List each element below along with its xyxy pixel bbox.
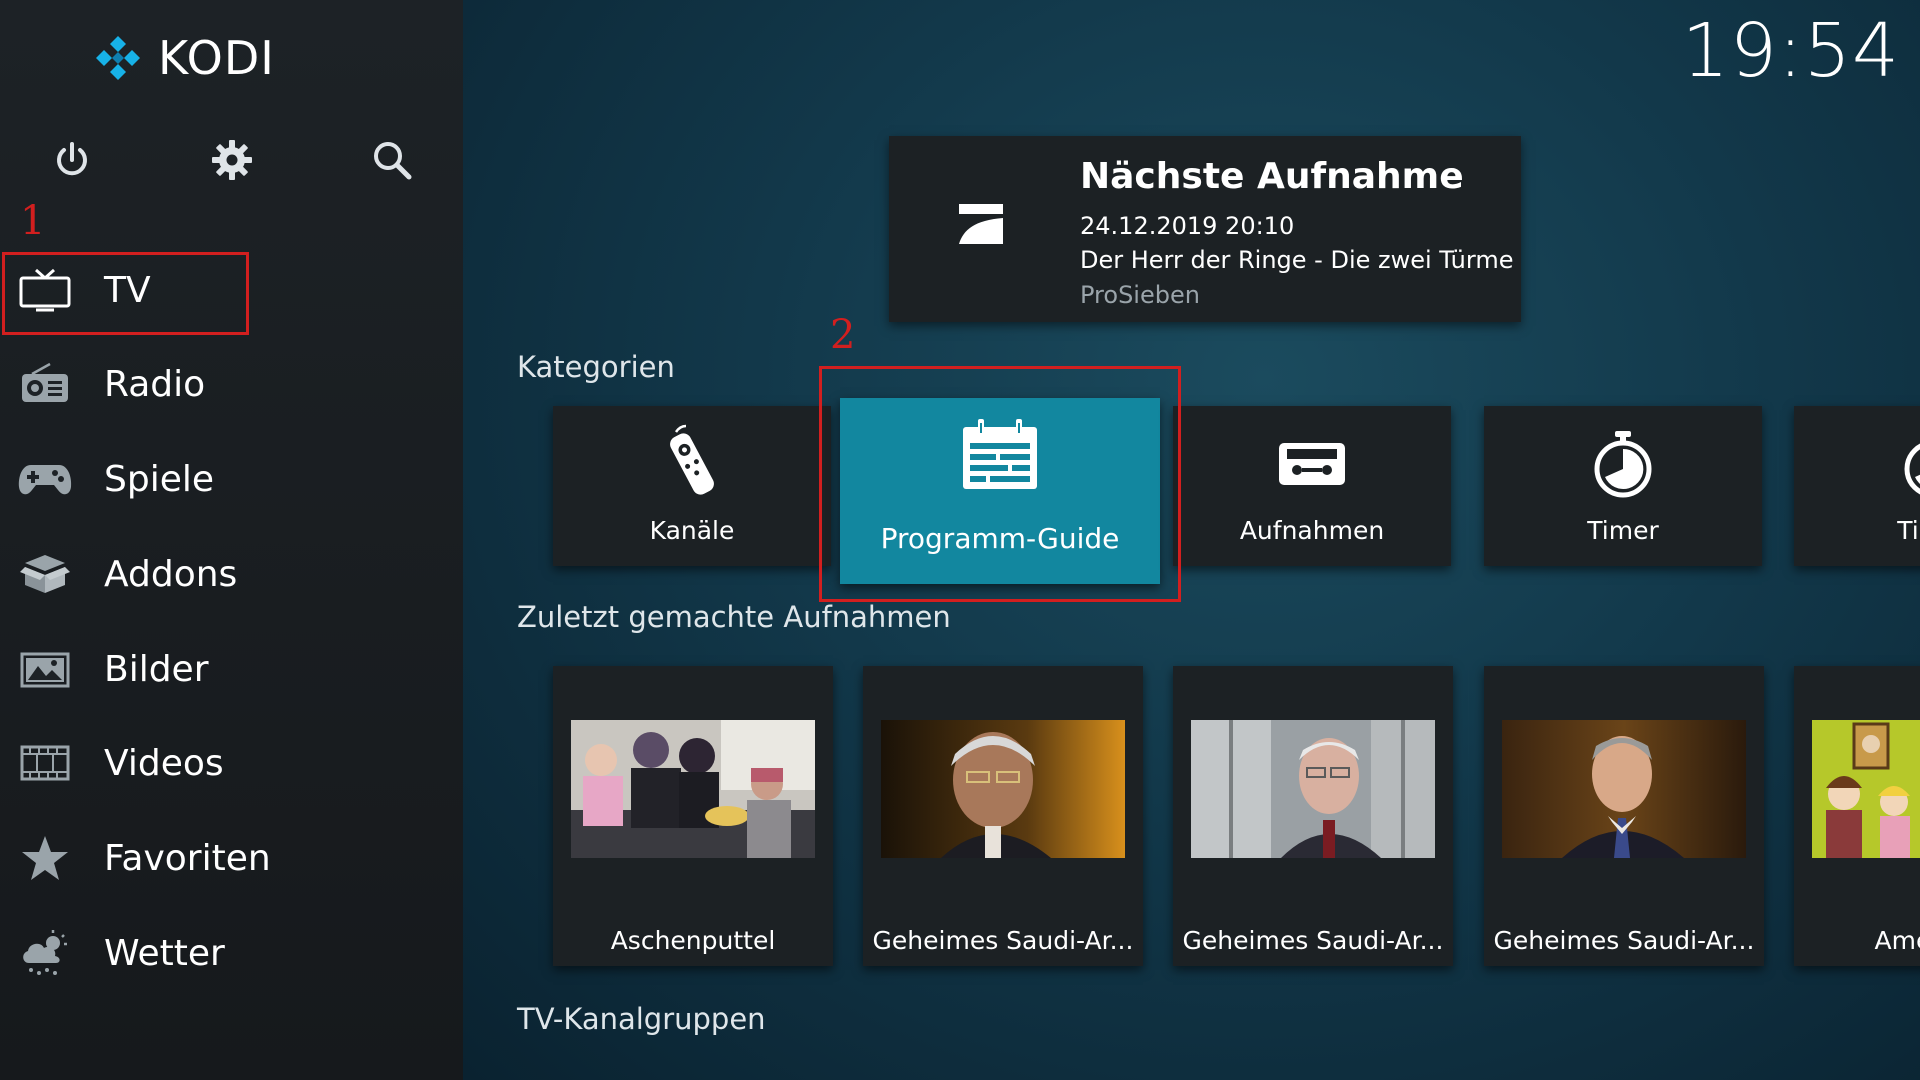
recording-title: American — [1874, 926, 1920, 955]
recording-thumbnail — [881, 720, 1125, 858]
power-icon — [57, 142, 87, 176]
next-recording-channel: ProSieben — [1080, 281, 1200, 309]
next-recording-datetime: 24.12.2019 20:10 — [1080, 212, 1295, 240]
kodi-logo: KODI — [92, 30, 275, 86]
sidebar-item-videos[interactable]: Videos — [0, 719, 463, 807]
sidebar-item-label: Addons — [104, 553, 238, 595]
settings-button[interactable] — [204, 132, 260, 188]
sidebar-item-wetter[interactable]: Wetter — [0, 909, 463, 997]
next-recording-program: Der Herr der Ringe - Die zwei Türme — [1080, 246, 1514, 274]
box-icon — [16, 549, 74, 599]
top-icons — [0, 132, 463, 188]
sidebar-item-radio[interactable]: Radio — [0, 340, 463, 428]
gear-icon — [212, 140, 252, 180]
search-icon — [374, 142, 412, 180]
recording-tile[interactable]: Geheimes Saudi-Ar... — [1173, 666, 1453, 966]
sidebar-item-label: Wetter — [104, 932, 225, 974]
cassette-icon — [1173, 422, 1451, 506]
category-label: Kanäle — [649, 516, 735, 545]
recording-tile[interactable]: American — [1794, 666, 1920, 966]
search-button[interactable] — [364, 132, 420, 188]
category-tile-aufnahmen[interactable]: Aufnahmen — [1173, 406, 1451, 566]
clock: 19:54 — [1681, 8, 1900, 94]
recording-title: Aschenputtel — [610, 926, 776, 955]
recording-thumbnail — [1191, 720, 1435, 858]
sidebar-item-label: Radio — [104, 363, 206, 405]
next-recording-title: Nächste Aufnahme — [1080, 156, 1464, 197]
star-icon — [16, 833, 74, 883]
recent-recordings-title: Zuletzt gemachte Aufnahmen — [517, 600, 951, 634]
sidebar-item-label: Videos — [104, 742, 224, 784]
power-button[interactable] — [44, 132, 100, 188]
category-tile-timer[interactable]: Timer — [1484, 406, 1762, 566]
next-recording-widget[interactable]: Nächste Aufnahme 24.12.2019 20:10 Der He… — [889, 136, 1521, 322]
recording-title: Geheimes Saudi-Ar... — [872, 926, 1134, 955]
sidebar-item-favoriten[interactable]: Favoriten — [0, 814, 463, 902]
radio-icon — [16, 359, 74, 409]
category-tile-timer-2[interactable]: Timer — [1794, 406, 1920, 566]
sidebar-item-bilder[interactable]: Bilder — [0, 625, 463, 713]
category-label: Timer — [1897, 516, 1920, 545]
recording-thumbnail — [571, 720, 815, 858]
sidebar-item-label: Bilder — [104, 648, 209, 690]
recording-tile[interactable]: Aschenputtel — [553, 666, 833, 966]
picture-icon — [16, 644, 74, 694]
recording-thumbnail — [1502, 720, 1746, 858]
kodi-logo-icon — [96, 36, 140, 80]
sidebar-item-spiele[interactable]: Spiele — [0, 435, 463, 523]
category-label: Aufnahmen — [1239, 516, 1385, 545]
channel-groups-title: TV-Kanalgruppen — [517, 1002, 766, 1036]
recording-title: Geheimes Saudi-Ar... — [1182, 926, 1444, 955]
remote-icon — [553, 422, 831, 506]
stopwatch-icon — [1794, 422, 1920, 506]
sidebar-item-label: Spiele — [104, 458, 215, 500]
stopwatch-icon — [1484, 422, 1762, 506]
annotation-marker-1: 1 — [20, 198, 46, 244]
category-label: Timer — [1587, 516, 1659, 545]
annotation-box-2 — [819, 366, 1181, 602]
sidebar: KODI 1 TV Radio Spiele Addons Bilder Vid… — [0, 0, 463, 1080]
sidebar-item-addons[interactable]: Addons — [0, 530, 463, 618]
sidebar-item-label: Favoriten — [104, 837, 271, 879]
categories-title: Kategorien — [517, 350, 675, 384]
main-content: 19:54 Nächste Aufnahme 24.12.2019 20:10 … — [463, 0, 1920, 1080]
kodi-logo-text: KODI — [158, 31, 275, 85]
recording-title: Geheimes Saudi-Ar... — [1493, 926, 1755, 955]
recording-tile[interactable]: Geheimes Saudi-Ar... — [1484, 666, 1764, 966]
gamepad-icon — [16, 454, 74, 504]
recording-tile[interactable]: Geheimes Saudi-Ar... — [863, 666, 1143, 966]
annotation-marker-2: 2 — [830, 312, 856, 358]
recording-thumbnail — [1812, 720, 1920, 858]
film-icon — [16, 738, 74, 788]
category-tile-kanaele[interactable]: Kanäle — [553, 406, 831, 566]
annotation-box-1 — [2, 252, 249, 335]
prosieben-logo-icon — [959, 204, 1003, 244]
weather-icon — [16, 928, 74, 978]
